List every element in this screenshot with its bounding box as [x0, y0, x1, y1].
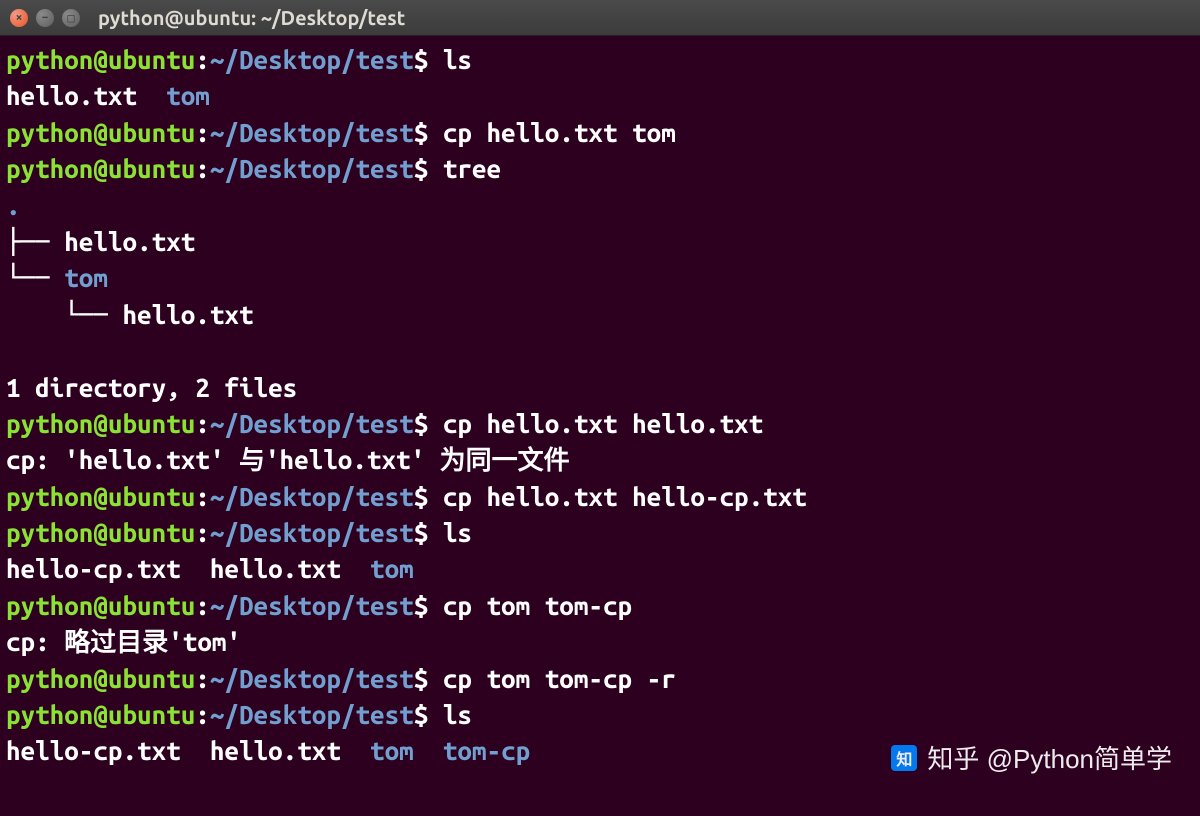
user-host: python@ubuntu — [6, 482, 195, 511]
terminal-area[interactable]: python@ubuntu:~/Desktop/test$ ls hello.t… — [0, 36, 1200, 776]
tree-line: └── tom — [6, 260, 1194, 296]
maximize-button[interactable]: □ — [62, 9, 80, 27]
minimize-button[interactable]: − — [36, 9, 54, 27]
tree-branch-icon: └── — [6, 263, 64, 292]
prompt-line: python@ubuntu:~/Desktop/test$ cp tom tom… — [6, 661, 1194, 697]
cwd-path: ~/Desktop/test — [210, 118, 414, 147]
tree-dot: . — [6, 191, 21, 220]
prompt-dollar: $ — [414, 700, 429, 729]
output-text: cp: 略过目录'tom' — [6, 627, 241, 656]
file-name: hello.txt — [6, 81, 137, 110]
user-host: python@ubuntu — [6, 591, 195, 620]
prompt-line: python@ubuntu:~/Desktop/test$ cp hello.t… — [6, 115, 1194, 151]
prompt-dollar: $ — [414, 591, 429, 620]
prompt-dollar: $ — [414, 664, 429, 693]
prompt-dollar: $ — [414, 45, 429, 74]
colon: : — [195, 700, 210, 729]
dir-name: tom — [370, 736, 414, 765]
prompt-line: python@ubuntu:~/Desktop/test$ ls — [6, 697, 1194, 733]
file-name: hello.txt — [210, 554, 341, 583]
dir-name: tom — [370, 554, 414, 583]
tree-line: ├── hello.txt — [6, 224, 1194, 260]
command-input: tree — [443, 154, 501, 183]
colon: : — [195, 118, 210, 147]
dir-name: tom — [166, 81, 210, 110]
prompt-dollar: $ — [414, 518, 429, 547]
command-input: cp tom tom-cp — [443, 591, 632, 620]
prompt-dollar: $ — [414, 118, 429, 147]
tree-root: . — [6, 188, 1194, 224]
window-controls: × − □ — [10, 9, 80, 27]
prompt-dollar: $ — [414, 482, 429, 511]
output-text: cp: 'hello.txt' 与'hello.txt' 为同一文件 — [6, 445, 570, 474]
cwd-path: ~/Desktop/test — [210, 664, 414, 693]
command-input: ls — [443, 45, 472, 74]
cwd-path: ~/Desktop/test — [210, 700, 414, 729]
dir-name: tom-cp — [443, 736, 530, 765]
user-host: python@ubuntu — [6, 664, 195, 693]
prompt-line: python@ubuntu:~/Desktop/test$ cp tom tom… — [6, 588, 1194, 624]
cwd-path: ~/Desktop/test — [210, 409, 414, 438]
prompt-line: python@ubuntu:~/Desktop/test$ cp hello.t… — [6, 479, 1194, 515]
user-host: python@ubuntu — [6, 409, 195, 438]
user-host: python@ubuntu — [6, 154, 195, 183]
command-input: cp hello.txt tom — [443, 118, 676, 147]
watermark: 知 知乎 @Python简单学 — [891, 739, 1172, 776]
colon: : — [195, 664, 210, 693]
command-input: cp hello.txt hello-cp.txt — [443, 482, 807, 511]
error-line: cp: 略过目录'tom' — [6, 624, 1194, 660]
command-input: ls — [443, 518, 472, 547]
tree-branch-icon: └── — [6, 300, 122, 329]
cwd-path: ~/Desktop/test — [210, 154, 414, 183]
colon: : — [195, 591, 210, 620]
command-input: cp hello.txt hello.txt — [443, 409, 763, 438]
prompt-dollar: $ — [414, 409, 429, 438]
prompt-line: python@ubuntu:~/Desktop/test$ ls — [6, 42, 1194, 78]
tree-line: └── hello.txt — [6, 297, 1194, 333]
window-titlebar: × − □ python@ubuntu: ~/Desktop/test — [0, 0, 1200, 36]
watermark-text: 知乎 @Python简单学 — [927, 739, 1172, 776]
file-name: hello-cp.txt — [6, 554, 181, 583]
output-line: hello-cp.txt hello.txt tom — [6, 551, 1194, 587]
zhihu-icon: 知 — [891, 745, 917, 771]
colon: : — [195, 45, 210, 74]
file-name: hello.txt — [210, 736, 341, 765]
user-host: python@ubuntu — [6, 118, 195, 147]
cwd-path: ~/Desktop/test — [210, 518, 414, 547]
tree-summary: 1 directory, 2 files — [6, 370, 1194, 406]
window-title: python@ubuntu: ~/Desktop/test — [98, 6, 405, 29]
colon: : — [195, 154, 210, 183]
cwd-path: ~/Desktop/test — [210, 482, 414, 511]
command-input: ls — [443, 700, 472, 729]
prompt-line: python@ubuntu:~/Desktop/test$ ls — [6, 515, 1194, 551]
colon: : — [195, 518, 210, 547]
user-host: python@ubuntu — [6, 700, 195, 729]
output-line: hello.txt tom — [6, 78, 1194, 114]
user-host: python@ubuntu — [6, 518, 195, 547]
file-name: hello.txt — [64, 227, 195, 256]
colon: : — [195, 482, 210, 511]
prompt-line: python@ubuntu:~/Desktop/test$ cp hello.t… — [6, 406, 1194, 442]
prompt-dollar: $ — [414, 154, 429, 183]
tree-branch-icon: ├── — [6, 227, 64, 256]
user-host: python@ubuntu — [6, 45, 195, 74]
file-name: hello-cp.txt — [6, 736, 181, 765]
output-text: 1 directory, 2 files — [6, 373, 297, 402]
command-input: cp tom tom-cp -r — [443, 664, 676, 693]
blank-line — [6, 333, 1194, 369]
cwd-path: ~/Desktop/test — [210, 591, 414, 620]
colon: : — [195, 409, 210, 438]
file-name: hello.txt — [122, 300, 253, 329]
close-button[interactable]: × — [10, 9, 28, 27]
prompt-line: python@ubuntu:~/Desktop/test$ tree — [6, 151, 1194, 187]
dir-name: tom — [64, 263, 108, 292]
cwd-path: ~/Desktop/test — [210, 45, 414, 74]
error-line: cp: 'hello.txt' 与'hello.txt' 为同一文件 — [6, 442, 1194, 478]
